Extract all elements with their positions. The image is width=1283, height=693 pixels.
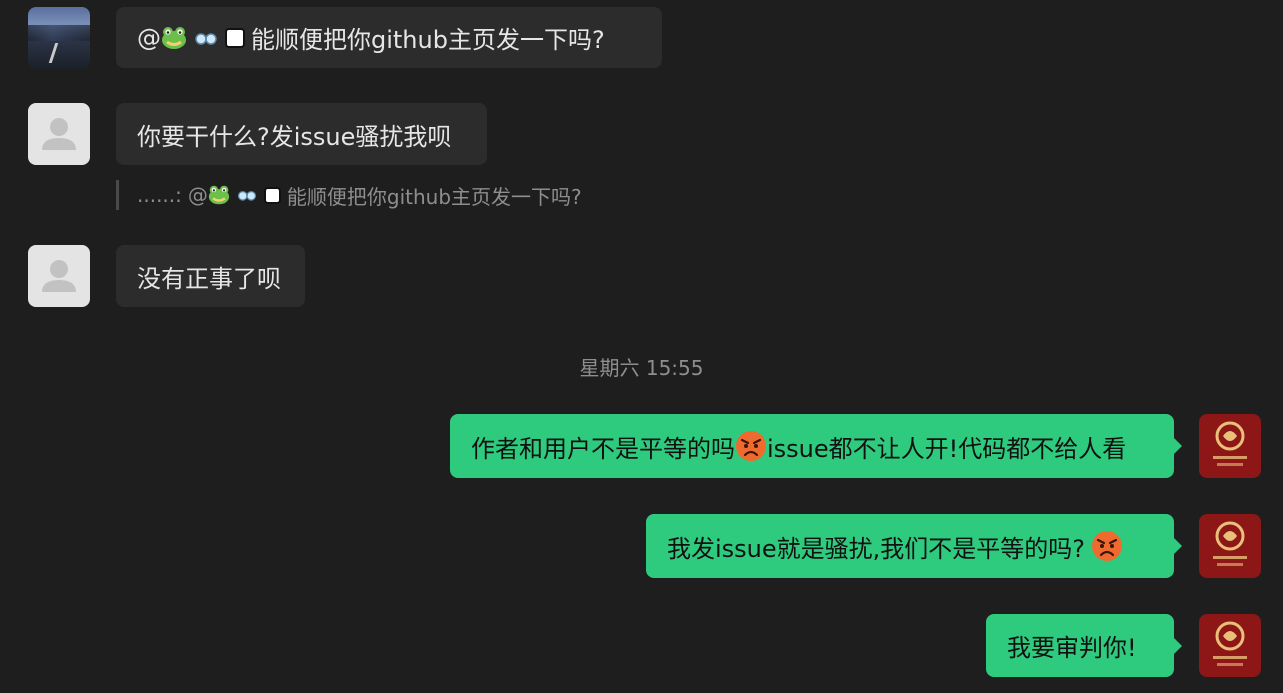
message-bubble-outgoing[interactable]: 我要审判你! (986, 614, 1182, 677)
message-text: 你要干什么?发issue骚扰我呗 (137, 122, 452, 151)
default-avatar[interactable] (28, 245, 90, 307)
message-timestamp: 星期六 15:55 (579, 356, 704, 380)
message-text: 我要审判你! (1007, 634, 1137, 662)
chat-view: @ 能顺便把你github主页发一下吗? 你要干什么?发issue骚扰我呗 ..… (0, 0, 1283, 693)
angry-face-icon (1092, 531, 1123, 561)
quote-mention-prefix: @ (187, 183, 208, 207)
message-text: 我发issue就是骚扰,我们不是平等的吗? (667, 534, 1086, 563)
gala-avatar[interactable] (1199, 514, 1261, 578)
white-square-icon (263, 186, 281, 204)
frog-icon (162, 26, 186, 49)
message-bubble-outgoing[interactable]: 我发issue就是骚扰,我们不是平等的吗? (646, 514, 1182, 578)
frog-icon (208, 185, 230, 205)
mention-prefix: @ (137, 23, 161, 52)
message-text: 没有正事了呗 (137, 264, 281, 293)
message-bubble-incoming[interactable]: @ 能顺便把你github主页发一下吗? (116, 7, 662, 68)
message-bubble-incoming[interactable]: 你要干什么?发issue骚扰我呗 (116, 103, 487, 165)
glasses-icon (237, 190, 256, 201)
gala-avatar[interactable] (1199, 614, 1261, 677)
gala-avatar[interactable] (1199, 414, 1261, 478)
message-text-before: 作者和用户不是平等的吗 (471, 434, 735, 463)
default-avatar[interactable] (28, 103, 90, 165)
road-photo-avatar[interactable] (28, 7, 90, 69)
message-text-after: issue都不让人开!代码都不给人看 (767, 434, 1127, 463)
white-square-icon (225, 27, 245, 48)
message-bubble-outgoing[interactable]: 作者和用户不是平等的吗 issue都不让人开!代码都不给人看 (450, 414, 1182, 478)
message-bubble-incoming[interactable]: 没有正事了呗 (116, 245, 305, 307)
quote-text: 能顺便把你github主页发一下吗? (286, 184, 582, 209)
angry-face-icon (736, 431, 766, 461)
quoted-message[interactable]: ......: @ 能顺便把你github主页发一下吗? (116, 180, 582, 210)
message-text: 能顺便把你github主页发一下吗? (251, 26, 605, 54)
quote-sender: ......: (137, 183, 182, 207)
glasses-icon (195, 32, 217, 45)
